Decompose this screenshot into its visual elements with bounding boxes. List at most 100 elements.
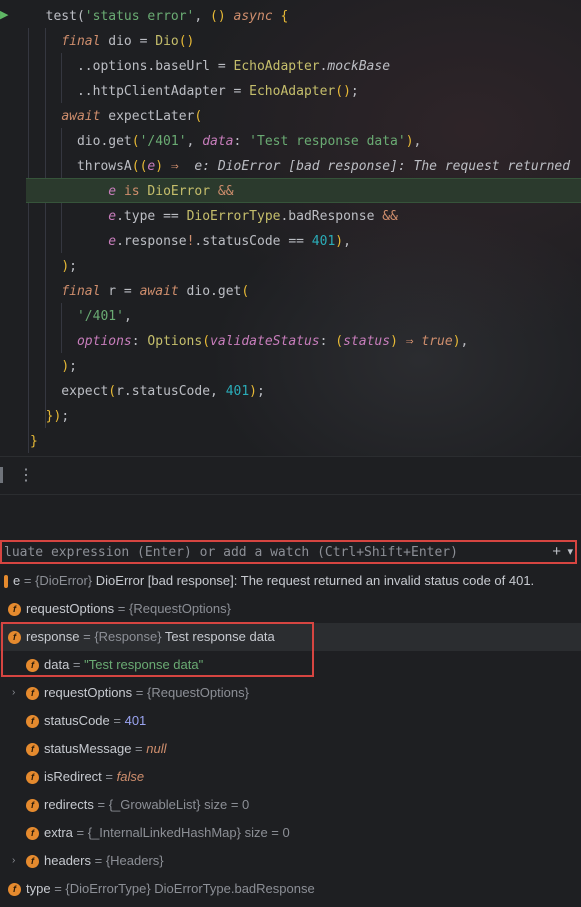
code-token: : [131,334,148,349]
variable-value: size = 0 [244,825,290,840]
code-token: throwsA [30,159,132,174]
equals-sign: = [101,769,117,784]
code-token: ; [257,384,265,399]
run-test-icon[interactable]: ▶ [0,8,12,22]
variable-type: {DioError} [35,573,96,588]
variable-value: "Test response data" [84,657,204,672]
code-line[interactable]: final r = await dio.get( [30,279,249,304]
variable-row[interactable]: f statusMessage = null [0,735,581,763]
code-token: e: DioError [bad response]: The request … [194,159,571,174]
code-token: ⇒ [170,159,179,174]
code-line[interactable]: test('status error', () async { [30,4,289,29]
code-editor[interactable]: ▶ test('status error', () async { final … [0,0,581,456]
variable-content: f redirects = {_GrowableList} size = 0 [26,791,249,819]
code-token: EchoAdapter [233,59,320,74]
code-token: r.statusCode, [116,384,226,399]
field-icon: f [26,659,39,673]
variable-value: null [146,741,167,756]
code-token: 'status error' [84,9,195,24]
variable-row[interactable]: f statusCode = 401 [0,707,581,735]
code-line[interactable]: ..httpClientAdapter = EchoAdapter(); [30,79,359,104]
chevron-right-icon[interactable]: › [12,679,15,707]
code-line[interactable]: e.response!.statusCode == 401), [30,229,351,254]
variable-row[interactable]: f isRedirect = false [0,763,581,791]
variable-row[interactable]: f redirects = {_GrowableList} size = 0 [0,791,581,819]
code-line[interactable]: ); [30,254,77,279]
code-token: ) [155,159,164,174]
chevron-down-icon[interactable]: ▾ [567,543,573,561]
code-line[interactable]: }); [30,404,69,429]
variable-content: e = {DioError} DioError [bad response]: … [4,567,534,595]
code-token: .statusCode [194,234,289,249]
code-line[interactable]: options: Options(validateStatus: (status… [30,329,468,354]
variable-content: f headers = {Headers} [26,847,164,875]
code-token: .response [116,234,187,249]
code-token: e [108,209,117,224]
code-token: '/401' [139,134,187,149]
variable-row[interactable]: f type = {DioErrorType} DioErrorType.badR… [0,875,581,903]
code-token: final [61,284,101,299]
field-icon: f [26,855,39,869]
code-token: ; [61,409,70,424]
variable-value: false [116,769,145,784]
variable-row[interactable]: f extra = {_InternalLinkedHashMap} size =… [0,819,581,847]
field-icon: f [8,883,21,897]
code-line[interactable]: e.type == DioErrorType.badResponse && [30,204,398,229]
code-token: == [288,234,304,249]
code-token: dio.get [30,134,132,149]
code-token: ..options.baseUrl = [30,59,234,74]
variable-content: f data = "Test response data" [26,651,203,679]
code-line[interactable]: } [30,429,38,454]
code-line[interactable]: '/401', [30,304,132,329]
add-watch-icon[interactable]: + [552,543,561,561]
variable-type: {_InternalLinkedHashMap} [87,825,245,840]
code-token: async [233,9,273,24]
variable-row[interactable]: f data = "Test response data" [0,651,581,679]
code-line[interactable]: ..options.baseUrl = EchoAdapter.mockBase [30,54,390,79]
variable-row[interactable]: e = {DioError} DioError [bad response]: … [0,567,581,595]
variable-row[interactable]: › f requestOptions = {RequestOptions} [0,679,581,707]
evaluate-expression-input[interactable]: luate expression (Enter) or add a watch … [0,540,577,564]
code-token: DioErrorType [186,209,281,224]
code-token: options [76,334,132,349]
code-token: .badResponse [280,209,383,224]
code-token: { [280,9,289,24]
evaluate-placeholder: luate expression (Enter) or add a watch … [4,545,458,560]
code-token: ) [335,234,344,249]
code-line[interactable]: await expectLater( [30,104,202,129]
code-line[interactable]: dio.get('/401', data: 'Test response dat… [30,129,421,154]
variable-row[interactable]: › f headers = {Headers} [0,847,581,875]
code-line[interactable]: e is DioError && [30,179,233,204]
code-token: true [421,334,453,349]
variable-name: data [44,657,70,672]
equals-sign: = [50,881,66,896]
more-options-icon[interactable]: ⋮ [18,465,34,485]
variable-row[interactable]: f requestOptions = {RequestOptions} [0,595,581,623]
code-token: } [30,434,38,449]
code-line[interactable]: expect(r.statusCode, 401); [30,379,265,404]
code-token: r = [100,284,140,299]
chevron-right-icon[interactable]: › [12,847,15,875]
code-token: && [382,209,398,224]
code-token: ) [249,384,257,399]
code-token: e [108,234,117,249]
variable-row[interactable]: f response = {Response} Test response dat… [0,623,581,651]
code-token: ( [335,334,344,349]
code-token: () [210,9,226,24]
equals-sign: = [90,853,106,868]
code-line[interactable]: ); [30,354,77,379]
variable-content: f statusCode = 401 [26,707,146,735]
code-line[interactable]: final dio = Dio() [30,29,194,54]
code-token: ; [69,359,77,374]
variable-content: f requestOptions = {RequestOptions} [8,595,231,623]
variable-name: headers [44,853,91,868]
code-line[interactable]: throwsA((e) ⇒ e: DioError [bad response]… [30,154,570,179]
